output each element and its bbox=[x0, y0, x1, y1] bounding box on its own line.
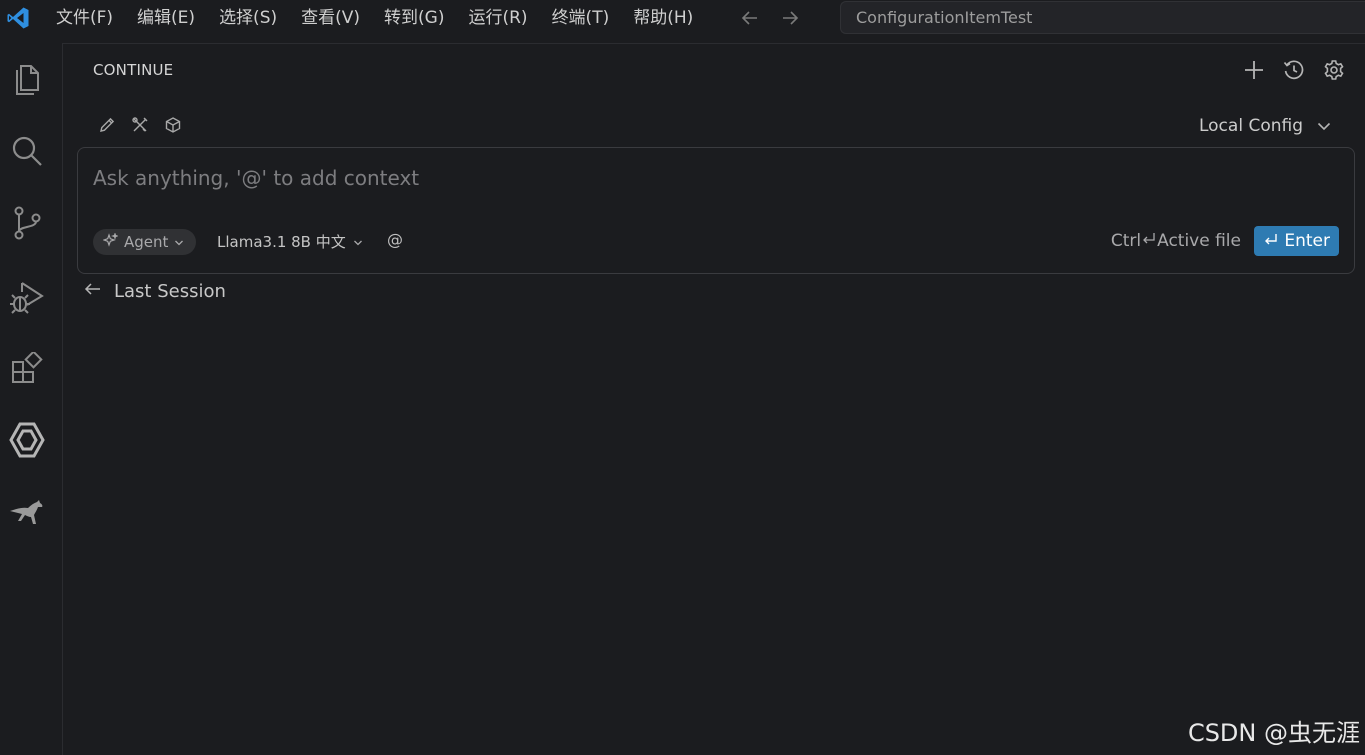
activity-bar bbox=[0, 43, 53, 755]
agent-mode-button[interactable]: Agent bbox=[93, 229, 197, 255]
return-key-icon bbox=[1141, 230, 1157, 251]
last-session-label: Last Session bbox=[114, 281, 226, 302]
menu-bar: 文件(F) 编辑(E) 选择(S) 查看(V) 转到(G) 运行(R) 终端(T… bbox=[36, 0, 705, 36]
add-context-at-button[interactable]: @ bbox=[387, 230, 403, 249]
menu-terminal[interactable]: 终端(T) bbox=[540, 0, 622, 36]
chevron-down-icon bbox=[1317, 116, 1331, 136]
return-key-icon bbox=[1263, 231, 1279, 252]
model-label: Llama3.1 8B 中文 bbox=[217, 233, 346, 251]
vscode-logo-icon bbox=[0, 0, 36, 36]
panel-title: CONTINUE bbox=[93, 61, 174, 79]
last-session-link[interactable]: Last Session bbox=[84, 281, 226, 302]
command-center-search[interactable]: ConfigurationItemTest bbox=[840, 1, 1365, 34]
watermark: CSDN @虫无涯 bbox=[1187, 719, 1360, 747]
run-debug-icon[interactable] bbox=[7, 277, 47, 317]
menu-selection[interactable]: 选择(S) bbox=[207, 0, 289, 36]
chat-input-box: Agent Llama3.1 8B 中文 @ Ctrl Active file … bbox=[77, 147, 1355, 274]
enter-submit-button[interactable]: Enter bbox=[1254, 226, 1339, 256]
files-icon[interactable] bbox=[7, 59, 47, 99]
menu-help[interactable]: 帮助(H) bbox=[621, 0, 705, 36]
back-arrow-icon[interactable] bbox=[739, 7, 761, 29]
extensions-icon[interactable] bbox=[7, 349, 47, 389]
top-divider bbox=[62, 43, 1365, 44]
menu-run[interactable]: 运行(R) bbox=[456, 0, 539, 36]
model-select[interactable]: Llama3.1 8B 中文 bbox=[217, 231, 363, 252]
menu-file[interactable]: 文件(F) bbox=[36, 0, 125, 36]
tools-icon[interactable] bbox=[130, 115, 150, 135]
continue-icon[interactable] bbox=[7, 420, 47, 460]
cube-icon[interactable] bbox=[163, 115, 183, 135]
menu-go[interactable]: 转到(G) bbox=[372, 0, 456, 36]
active-file-shortcut[interactable]: Ctrl Active file bbox=[1111, 230, 1241, 251]
chevron-down-icon bbox=[174, 233, 184, 251]
activity-bar-divider bbox=[62, 43, 63, 755]
search-icon[interactable] bbox=[7, 131, 47, 171]
sparkle-icon bbox=[102, 231, 119, 252]
menu-edit[interactable]: 编辑(E) bbox=[125, 0, 207, 36]
title-bar: 文件(F) 编辑(E) 选择(S) 查看(V) 转到(G) 运行(R) 终端(T… bbox=[0, 0, 1365, 36]
settings-gear-icon[interactable] bbox=[1321, 57, 1347, 83]
config-label: Local Config bbox=[1198, 116, 1303, 136]
new-session-plus-icon[interactable] bbox=[1241, 57, 1267, 83]
agent-mode-label: Agent bbox=[124, 233, 169, 251]
config-select[interactable]: Local Config bbox=[1199, 116, 1331, 136]
kangaroo-icon[interactable] bbox=[7, 493, 47, 533]
chat-input[interactable] bbox=[93, 166, 1333, 190]
active-file-label: Active file bbox=[1157, 230, 1241, 251]
pencil-icon[interactable] bbox=[97, 115, 117, 135]
chevron-down-icon bbox=[353, 233, 363, 251]
enter-label: Enter bbox=[1284, 231, 1330, 251]
history-icon[interactable] bbox=[1281, 57, 1307, 83]
menu-view[interactable]: 查看(V) bbox=[289, 0, 372, 36]
forward-arrow-icon[interactable] bbox=[779, 7, 801, 29]
shortcut-prefix: Ctrl bbox=[1110, 230, 1142, 251]
source-control-icon[interactable] bbox=[7, 203, 47, 243]
back-arrow-icon bbox=[84, 281, 102, 302]
